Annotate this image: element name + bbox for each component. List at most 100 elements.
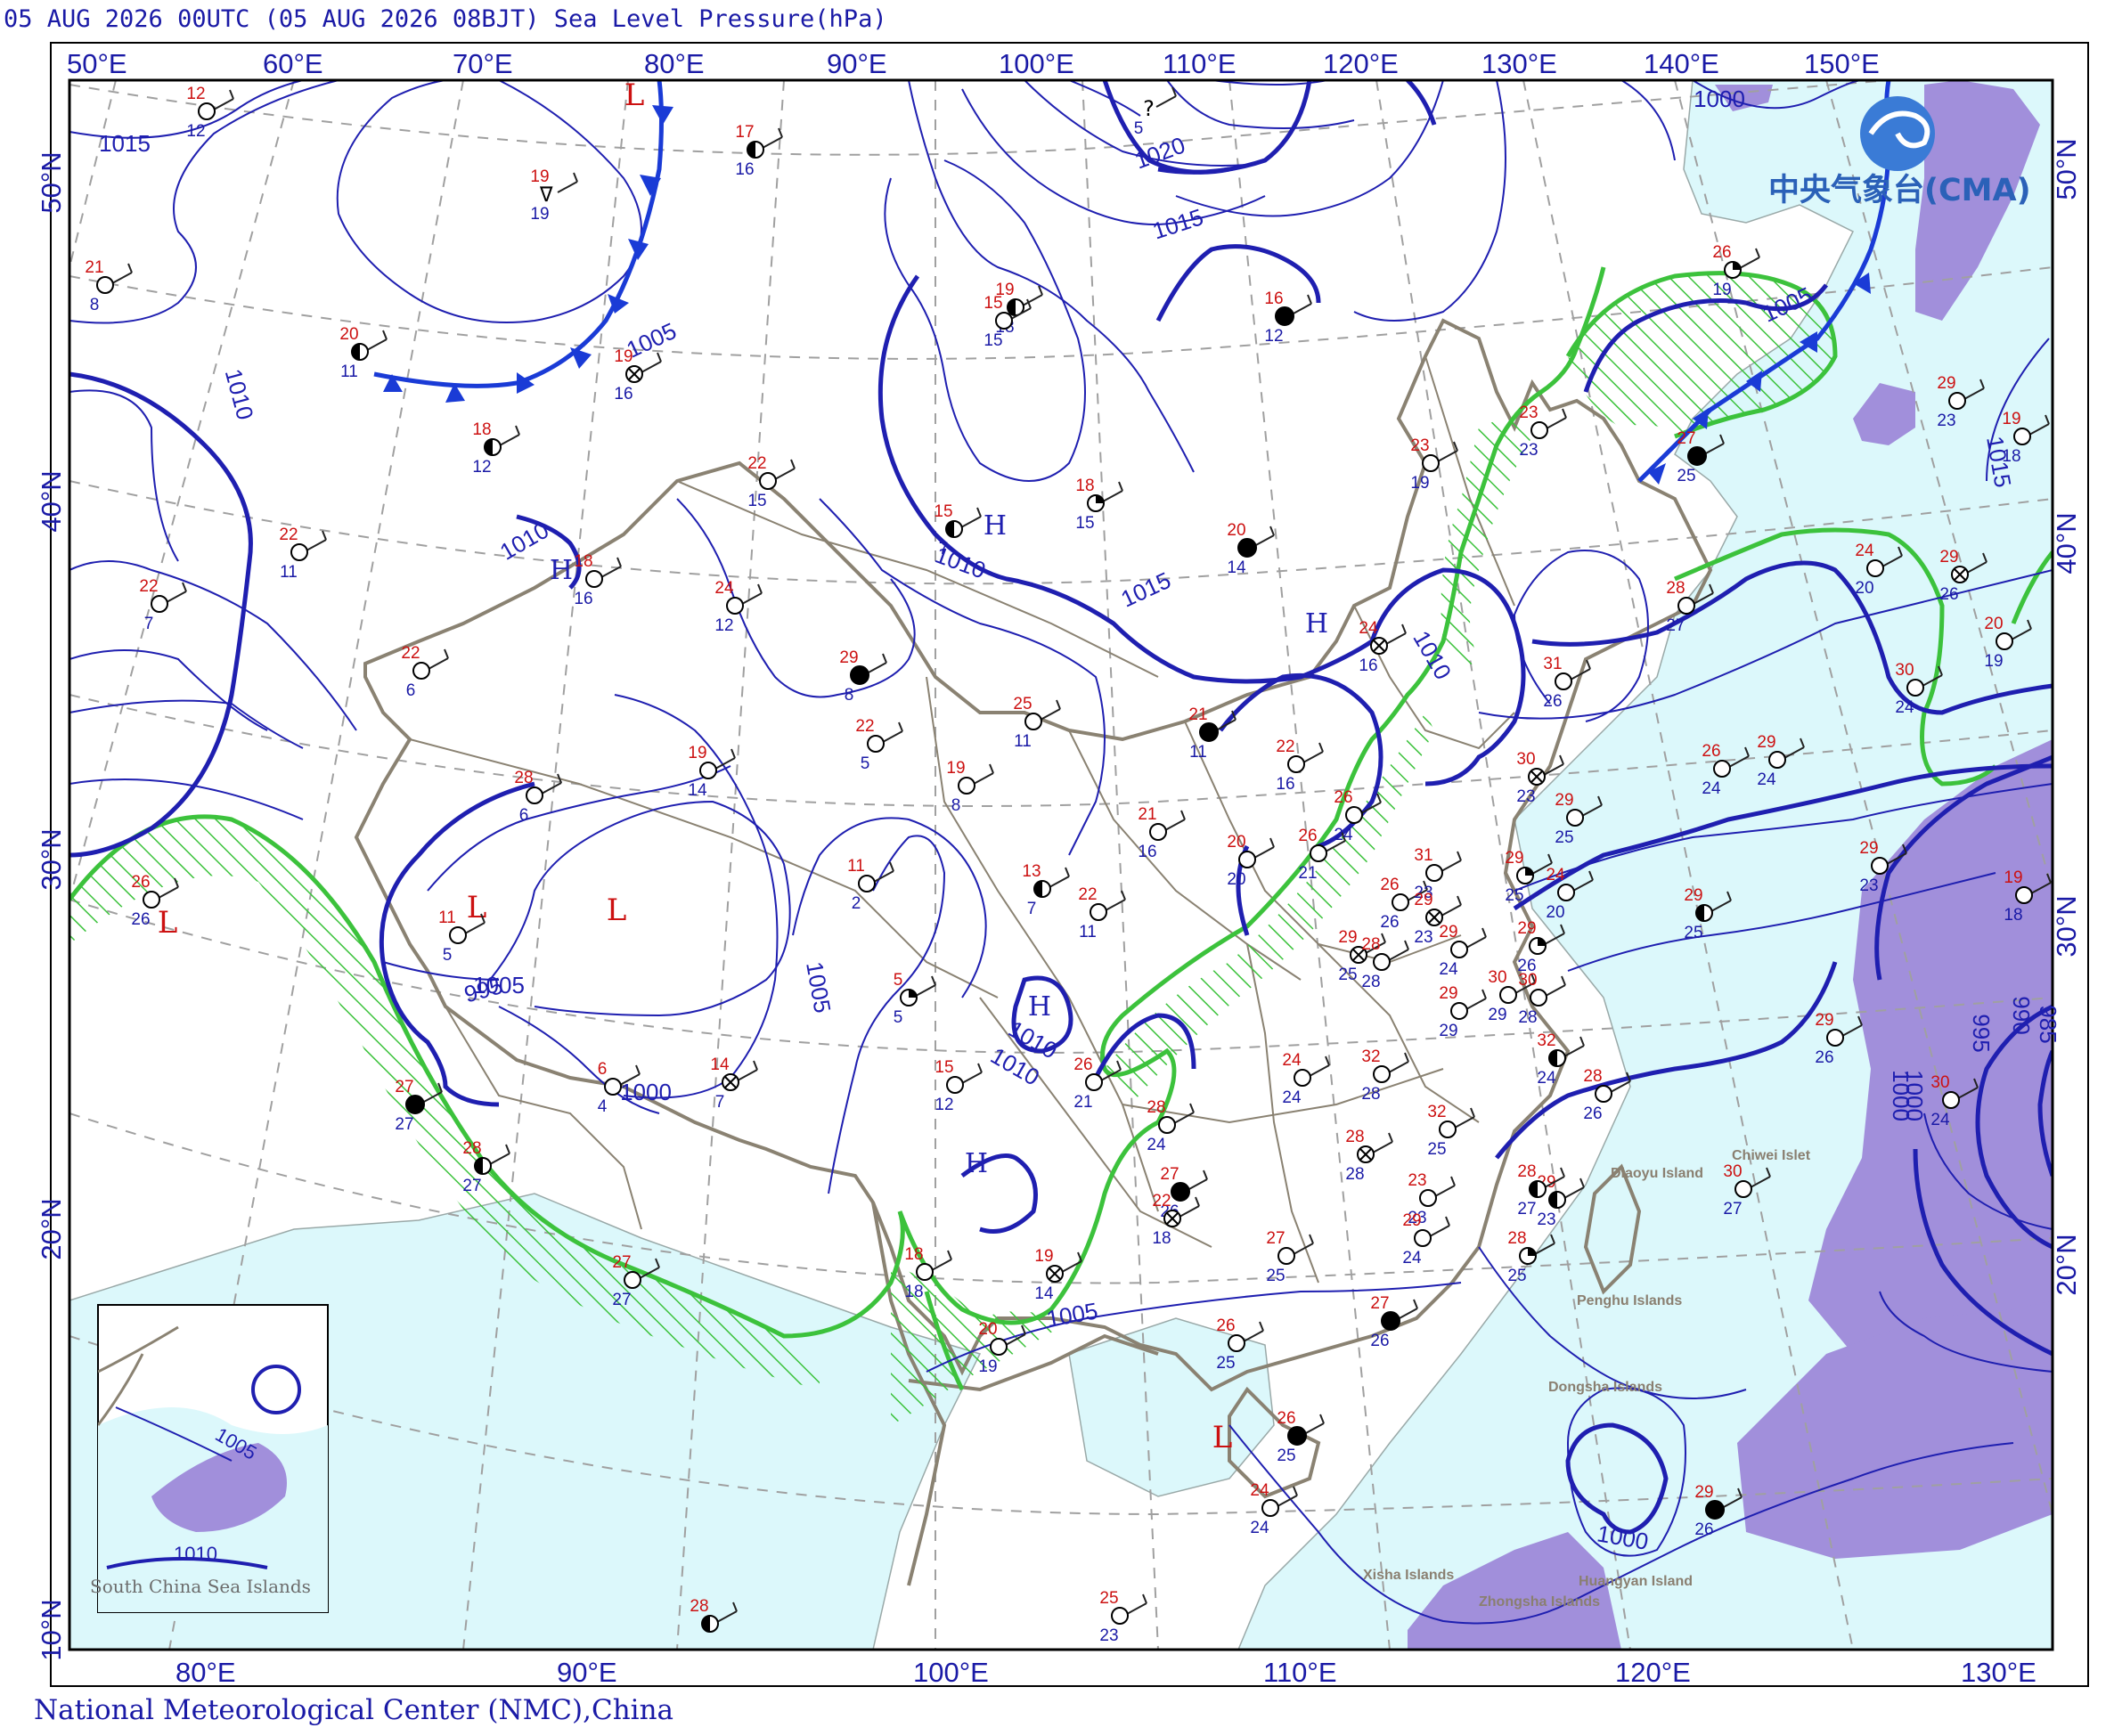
sky-cover-icon bbox=[958, 777, 975, 795]
sky-cover-icon bbox=[1345, 806, 1363, 824]
sky-cover-icon bbox=[1871, 857, 1889, 875]
sky-cover-icon bbox=[585, 570, 603, 588]
station-temperature: 22 bbox=[1152, 1192, 1171, 1210]
inset-map: South China Sea Islands 1005 1010 bbox=[90, 1304, 329, 1613]
top-lon-label: 80°E bbox=[644, 48, 705, 79]
station-plot: 24 12 bbox=[714, 579, 763, 635]
station-dewpoint: 27 bbox=[612, 1291, 631, 1309]
station-dewpoint: 24 bbox=[1702, 779, 1721, 798]
station-dewpoint: 19 bbox=[530, 205, 549, 224]
station-dewpoint: 28 bbox=[1361, 1085, 1380, 1104]
sky-cover-icon bbox=[759, 472, 777, 490]
station-dewpoint: 8 bbox=[90, 296, 100, 314]
station-temperature: 31 bbox=[1543, 655, 1562, 673]
sky-cover-icon bbox=[412, 662, 430, 680]
station-temperature: 26 bbox=[1073, 1055, 1092, 1074]
station-dewpoint: 19 bbox=[1712, 281, 1731, 299]
low-pressure-center: L bbox=[607, 892, 627, 928]
station-dewpoint: 11 bbox=[1189, 743, 1207, 762]
station-temperature: 30 bbox=[1516, 750, 1535, 769]
station-plot: 25 23 bbox=[1099, 1589, 1147, 1645]
station-plot: 32 25 bbox=[1427, 1103, 1475, 1159]
station-temperature: 23 bbox=[1408, 1171, 1426, 1190]
station-dewpoint: 12 bbox=[1264, 327, 1283, 346]
station-dewpoint: 26 bbox=[1370, 1332, 1389, 1350]
station-dewpoint: 19 bbox=[1410, 474, 1429, 493]
station-plot: 22 6 bbox=[401, 644, 449, 700]
station-dewpoint: 24 bbox=[1895, 698, 1914, 717]
station-temperature: 25 bbox=[1013, 695, 1032, 713]
sky-cover-icon bbox=[1158, 1116, 1176, 1134]
station-plot: 21 11 bbox=[1188, 705, 1237, 762]
sky-overcast-full-icon bbox=[1171, 1182, 1190, 1202]
station-temperature: 29 bbox=[1439, 984, 1457, 1003]
station-temperature: 29 bbox=[1555, 791, 1573, 810]
sky-cover-icon bbox=[1942, 1091, 1960, 1109]
station-temperature: 19 bbox=[946, 759, 965, 778]
station-dewpoint: 12 bbox=[935, 1096, 953, 1114]
station-plot: 29 24 bbox=[1439, 923, 1487, 979]
sky-cover-icon bbox=[1287, 755, 1305, 773]
station-dewpoint: 16 bbox=[1138, 843, 1156, 861]
station-plot: 22 16 bbox=[1276, 738, 1324, 794]
geo-label: Penghu Islands bbox=[1577, 1293, 1682, 1308]
sky-cover-icon bbox=[1595, 1085, 1612, 1103]
top-lon-label: 110°E bbox=[1163, 48, 1237, 79]
station-temperature: 29 bbox=[1517, 919, 1536, 938]
station-temperature: 28 bbox=[514, 769, 533, 787]
station-dewpoint: 24 bbox=[1930, 1111, 1950, 1129]
station-dewpoint: 24 bbox=[1282, 1088, 1302, 1107]
station-dewpoint: 16 bbox=[735, 160, 754, 179]
low-pressure-center: L bbox=[158, 905, 178, 941]
sky-cover-icon bbox=[1024, 713, 1042, 730]
isobar-label: 1015 bbox=[99, 130, 151, 157]
sky-cover-icon bbox=[1566, 809, 1584, 827]
station-dewpoint: 25 bbox=[1338, 966, 1357, 984]
station-plot: 1815 bbox=[1075, 477, 1123, 533]
station-dewpoint: 24 bbox=[1402, 1249, 1422, 1267]
station-temperature: 26 bbox=[1298, 827, 1317, 845]
sky-cover-icon bbox=[1294, 1069, 1311, 1087]
station-dewpoint: 25 bbox=[1684, 924, 1702, 942]
station-dewpoint: 19 bbox=[978, 1357, 997, 1376]
station-dewpoint: 16 bbox=[614, 385, 633, 403]
station-plot: 12 12 bbox=[186, 85, 234, 141]
isobar-label: 1015 bbox=[1149, 203, 1206, 244]
sky-cover-icon bbox=[858, 875, 876, 892]
station-temperature: 27 bbox=[1370, 1294, 1389, 1313]
station-plot: 13 7 bbox=[1022, 862, 1070, 918]
station-temperature: 32 bbox=[1361, 1047, 1380, 1066]
station-dewpoint: 6 bbox=[519, 806, 529, 825]
station-temperature: 23 bbox=[1519, 403, 1538, 422]
station-plot: 21 16 bbox=[1138, 805, 1186, 861]
sky-overcast-full-icon bbox=[1687, 446, 1707, 466]
geo-label: Huangyan Island bbox=[1579, 1574, 1693, 1589]
station-temperature: 5 bbox=[894, 971, 903, 990]
station-temperature: 20 bbox=[1227, 833, 1245, 852]
station-temperature: 29 bbox=[839, 648, 858, 667]
station-temperature: 17 bbox=[735, 123, 754, 142]
isobar-label: 1015 bbox=[1117, 566, 1175, 613]
station-temperature: 22 bbox=[139, 577, 158, 596]
station-temperature: 19 bbox=[688, 744, 706, 762]
station-temperature: 22 bbox=[401, 644, 420, 663]
weather-map: 中央气象台(CMA) 50°E 60°E 70°E 80°E 90°E 100°E 110°… bbox=[36, 42, 2089, 1688]
left-lat-label: 40°N bbox=[36, 470, 67, 532]
isobar-label: 1010 bbox=[220, 366, 259, 423]
sky-cover-icon bbox=[1238, 851, 1256, 868]
top-lon-label: 140°E bbox=[1644, 48, 1719, 79]
sky-cover-icon bbox=[1090, 903, 1107, 921]
station-dewpoint: 8 bbox=[951, 796, 961, 815]
station-temperature: 18 bbox=[472, 420, 491, 439]
station-plot: 1612 bbox=[1264, 289, 1312, 346]
station-temperature: 22 bbox=[747, 454, 766, 473]
sky-cover-icon bbox=[1450, 941, 1468, 958]
station-plot: ?5 bbox=[1134, 86, 1177, 138]
right-lat-label: 40°N bbox=[2051, 512, 2082, 574]
station-plot: 22 11 bbox=[1078, 885, 1126, 941]
right-lat-label: 50°N bbox=[2051, 138, 2082, 200]
station-dewpoint: 18 bbox=[904, 1283, 923, 1301]
station-temperature: 26 bbox=[1334, 788, 1352, 807]
station-dewpoint: 7 bbox=[939, 540, 949, 558]
station-plot: 1515 bbox=[984, 294, 1032, 350]
